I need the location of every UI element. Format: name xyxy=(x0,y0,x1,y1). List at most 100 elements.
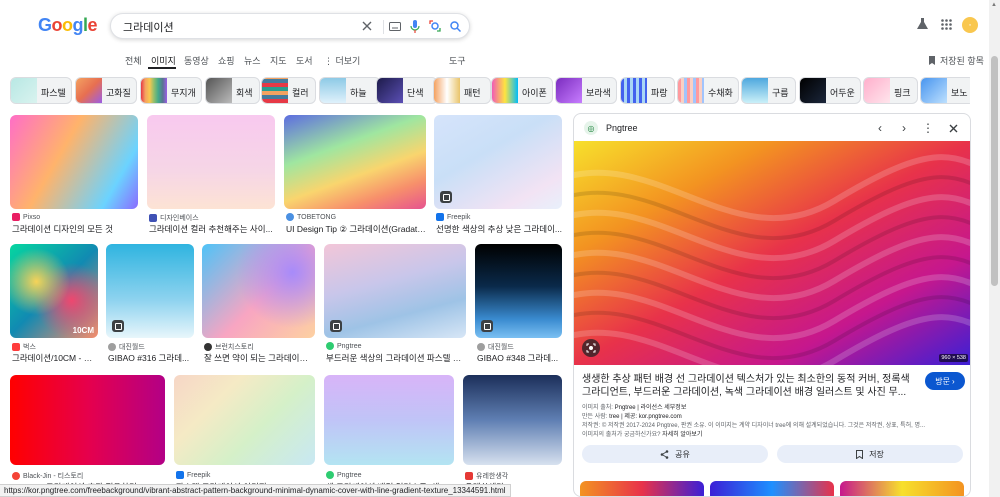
tab-videos[interactable]: 동영상 xyxy=(184,54,209,67)
result-caption[interactable]: 그라데이션 디자인의 모든 것 xyxy=(12,223,138,235)
chip-hd[interactable]: 고화질 xyxy=(75,77,137,104)
result-source: 디자인베이스 xyxy=(160,215,199,222)
result-item[interactable]: Pngtree 부드러운 색상의 그라데이션 파스텔 추... xyxy=(324,244,466,364)
panel-title[interactable]: 생생한 추상 패턴 배경 선 그라데이션 텍스처가 있는 최소한의 동적 커버,… xyxy=(582,373,912,399)
chip-iphone[interactable]: 아이폰 xyxy=(491,77,553,104)
close-icon[interactable] xyxy=(945,120,961,136)
chip-cloud[interactable]: 구름 xyxy=(741,77,796,104)
labs-icon[interactable] xyxy=(914,16,930,32)
chip-color[interactable]: 컬러 xyxy=(261,77,316,104)
result-item[interactable]: Freepik 파스텔 그라데이션 이미지 - Freepik에... xyxy=(174,375,315,492)
lens-icon[interactable] xyxy=(427,18,443,34)
source-favicon xyxy=(12,343,20,351)
result-image[interactable] xyxy=(147,115,275,209)
result-caption[interactable]: 그라데이션 컬러 추천해주는 사이... xyxy=(149,223,275,235)
result-item[interactable]: 디자인베이스 그라데이션 컬러 추천해주는 사이... xyxy=(147,115,275,235)
result-item[interactable]: TOBETONG UI Design Tip ② 그라데이션(Gradatio.… xyxy=(284,115,426,235)
result-caption[interactable]: UI Design Tip ② 그라데이션(Gradatio... xyxy=(286,223,426,235)
result-image[interactable] xyxy=(174,375,315,465)
keyboard-icon[interactable] xyxy=(387,18,403,34)
creator-line: 만든 사람: tree | 제공: kor.pngtree.com xyxy=(582,414,682,420)
clear-icon[interactable] xyxy=(359,18,375,34)
result-item[interactable]: 대진월드 GIBAO #348 그라데... xyxy=(475,244,562,364)
result-item[interactable]: 유레한생각 유레한생각 xyxy=(463,375,562,492)
tab-books[interactable]: 도서 xyxy=(296,54,313,67)
chip-purple[interactable]: 보라색 xyxy=(555,77,617,104)
result-image[interactable] xyxy=(324,244,466,338)
result-item[interactable]: 브런치스토리 잘 쓰면 약이 되는 그라데이션 ... xyxy=(202,244,315,364)
tab-news[interactable]: 뉴스 xyxy=(244,54,261,67)
related-image[interactable] xyxy=(840,481,964,496)
more-options-icon[interactable]: ⋮ xyxy=(920,120,936,136)
chip-pastel[interactable]: 파스텔 xyxy=(10,77,72,104)
tab-maps[interactable]: 지도 xyxy=(270,54,287,67)
share-button[interactable]: 공유 xyxy=(582,445,768,463)
result-caption[interactable]: 잘 쓰면 약이 되는 그라데이션 ... xyxy=(204,352,315,364)
chip-bono[interactable]: 보노 xyxy=(920,77,970,104)
result-caption[interactable]: GIBAO #316 그라데... xyxy=(108,352,194,364)
result-image[interactable] xyxy=(434,115,562,209)
result-image[interactable] xyxy=(475,244,562,338)
copyright-line: 저작권: © 저작권 2017-2024 Pngtree, 판권 소유. 이 이… xyxy=(582,423,925,429)
result-image[interactable] xyxy=(106,244,194,338)
tools-button[interactable]: 도구 xyxy=(449,54,466,67)
panel-source[interactable]: ◎ Pngtree xyxy=(584,121,638,135)
related-image[interactable] xyxy=(580,481,704,496)
account-avatar[interactable]: ◦ xyxy=(962,17,978,33)
result-image[interactable] xyxy=(10,115,138,209)
scroll-thumb[interactable] xyxy=(991,56,998,286)
result-caption[interactable]: GIBAO #348 그라데... xyxy=(477,352,562,364)
image-preview-panel: ◎ Pngtree ‹ › ⋮ 960 × 538 생생한 추상 패턴 배경 선… xyxy=(573,113,971,497)
previous-icon[interactable]: ‹ xyxy=(872,120,888,136)
chip-rainbow[interactable]: 무지개 xyxy=(140,77,202,104)
result-item[interactable]: Pixso 그라데이션 디자인의 모든 것 xyxy=(10,115,138,235)
result-image[interactable] xyxy=(324,375,454,465)
result-item[interactable]: 10CM 벅스 그라데이션/10CM - 벅스 xyxy=(10,244,98,364)
next-icon[interactable]: › xyxy=(896,120,912,136)
source-favicon xyxy=(149,214,157,222)
result-item[interactable]: Black-Jin - 티스토리 Android] 그라데이션 효과 적용하기 xyxy=(10,375,165,492)
source-favicon xyxy=(176,471,184,479)
chip-dark[interactable]: 어두운 xyxy=(799,77,861,104)
result-source: TOBETONG xyxy=(297,213,337,221)
page-scrollbar[interactable]: ▲ xyxy=(989,0,1000,497)
result-image[interactable] xyxy=(284,115,426,209)
result-item[interactable]: 대진월드 GIBAO #316 그라데... xyxy=(106,244,194,364)
chip-pattern[interactable]: 패턴 xyxy=(433,77,491,104)
search-input[interactable]: 그라데이션 xyxy=(123,19,174,35)
chip-solid[interactable]: 단색 xyxy=(376,77,438,104)
save-button[interactable]: 저장 xyxy=(777,445,963,463)
learn-more-link[interactable]: 자세히 알아보기 xyxy=(662,432,702,438)
result-caption[interactable]: 선명한 색상의 추상 낮은 그라데이... xyxy=(436,223,562,235)
tab-all[interactable]: 전체 xyxy=(125,54,142,67)
related-image[interactable] xyxy=(710,481,834,496)
scroll-up-arrow-icon[interactable]: ▲ xyxy=(991,2,997,8)
result-caption[interactable]: 부드러운 색상의 그라데이션 파스텔 추... xyxy=(326,352,466,364)
tab-images[interactable]: 이미지 xyxy=(151,54,176,67)
result-item[interactable]: Freepik 선명한 색상의 추상 낮은 그라데이... xyxy=(434,115,562,235)
preview-image[interactable]: 960 × 538 xyxy=(574,141,970,365)
result-image[interactable] xyxy=(463,375,562,465)
google-logo[interactable]: Google xyxy=(38,15,98,36)
chip-gray[interactable]: 회색 xyxy=(205,77,260,104)
visual-search-icon[interactable] xyxy=(582,339,600,357)
apps-grid-icon[interactable] xyxy=(938,16,954,32)
result-image[interactable]: 10CM xyxy=(10,244,98,338)
chip-sky[interactable]: 하늘 xyxy=(319,77,381,104)
result-image[interactable] xyxy=(10,375,165,465)
source-favicon xyxy=(12,472,20,480)
search-box[interactable]: 그라데이션 xyxy=(110,13,470,39)
tab-shopping[interactable]: 쇼핑 xyxy=(218,54,235,67)
search-icon[interactable] xyxy=(447,18,463,34)
tab-more[interactable]: ⋮ 더보기 xyxy=(324,54,360,67)
chip-watercolor[interactable]: 수채화 xyxy=(677,77,739,104)
chip-pink[interactable]: 핑크 xyxy=(863,77,918,104)
result-caption[interactable]: 그라데이션/10CM - 벅스 xyxy=(12,352,98,364)
visit-button[interactable]: 방문 › xyxy=(925,372,965,390)
result-source: Pngtree xyxy=(337,342,362,350)
chip-blue[interactable]: 파랑 xyxy=(620,77,675,104)
microphone-icon[interactable] xyxy=(407,18,423,34)
result-image[interactable] xyxy=(202,244,315,338)
saved-items-link[interactable]: 저장된 항목 xyxy=(928,54,984,67)
result-item[interactable]: Pngtree 색 그라데이션 배경 일러스트, 색 그... xyxy=(324,375,454,492)
